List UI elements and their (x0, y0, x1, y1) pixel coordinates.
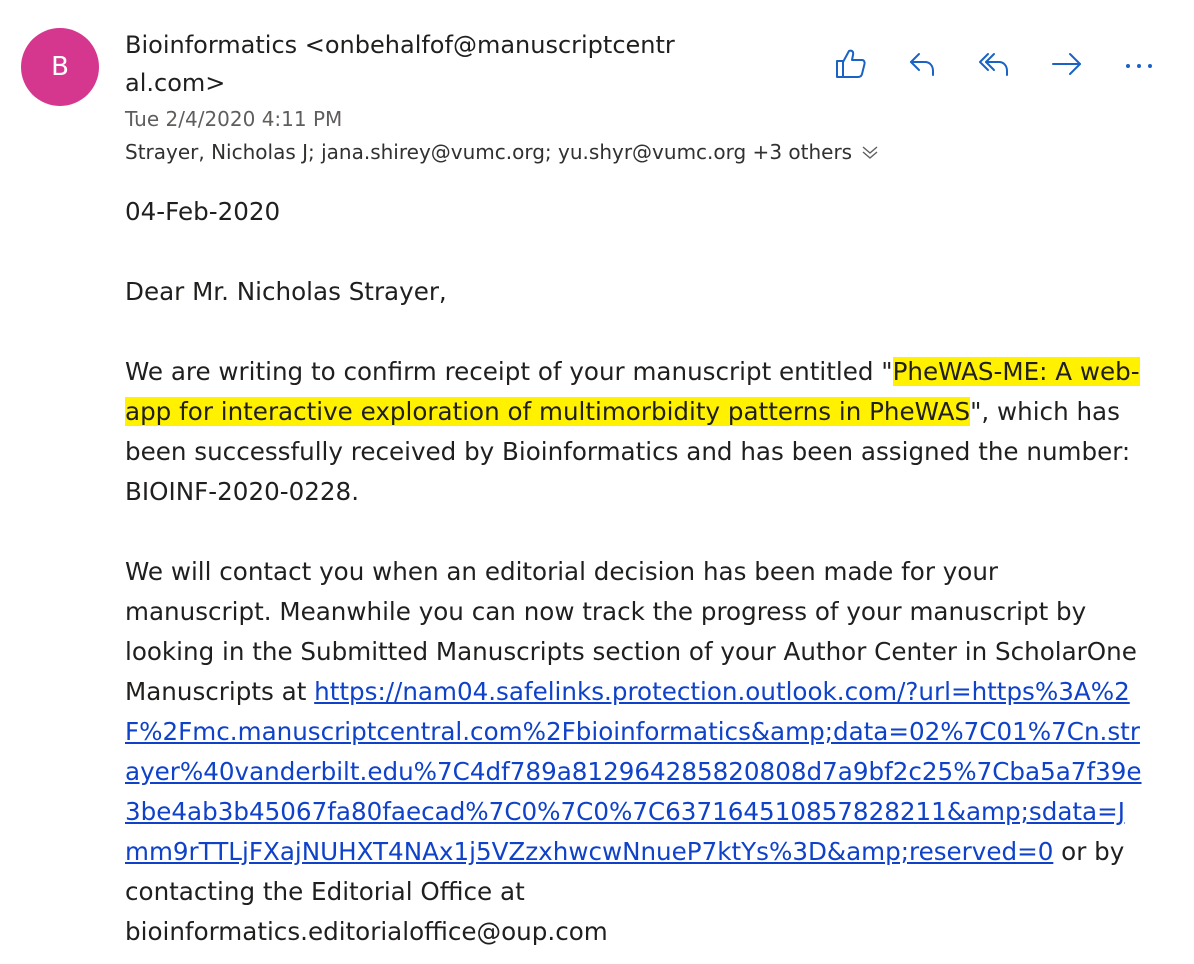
avatar: B (21, 28, 99, 106)
confirmation-paragraph: We are writing to confirm receipt of you… (125, 352, 1145, 512)
recipients-line: Strayer, Nicholas J; jana.shirey@vumc.or… (125, 138, 880, 166)
avatar-initial: B (51, 52, 69, 82)
message-body: 04-Feb-2020 Dear Mr. Nicholas Strayer, W… (125, 192, 1145, 952)
more-icon (1121, 46, 1157, 86)
more-actions-button[interactable] (1114, 46, 1164, 86)
reply-all-button[interactable] (970, 46, 1020, 86)
editorial-office-email[interactable]: bioinformatics.editorialoffice@oup.com (125, 917, 608, 946)
message-toolbar (826, 46, 1164, 86)
recipients-list[interactable]: Strayer, Nicholas J; jana.shirey@vumc.or… (125, 138, 852, 166)
greeting: Dear Mr. Nicholas Strayer, (125, 277, 447, 306)
date-line: 04-Feb-2020 (125, 197, 281, 226)
like-button[interactable] (826, 46, 876, 86)
reply-icon (905, 46, 941, 86)
paragraph-text: We are writing to confirm receipt of you… (125, 357, 893, 386)
forward-icon (1049, 46, 1085, 86)
chevron-down-icon[interactable] (860, 142, 880, 162)
reply-button[interactable] (898, 46, 948, 86)
sender-name[interactable]: Bioinformatics <onbehalfof@manuscriptcen… (125, 26, 685, 102)
like-icon (833, 46, 869, 86)
forward-button[interactable] (1042, 46, 1092, 86)
message-datetime: Tue 2/4/2020 4:11 PM (125, 107, 343, 131)
reply-all-icon (977, 46, 1013, 86)
tracking-paragraph: We will contact you when an editorial de… (125, 552, 1145, 952)
